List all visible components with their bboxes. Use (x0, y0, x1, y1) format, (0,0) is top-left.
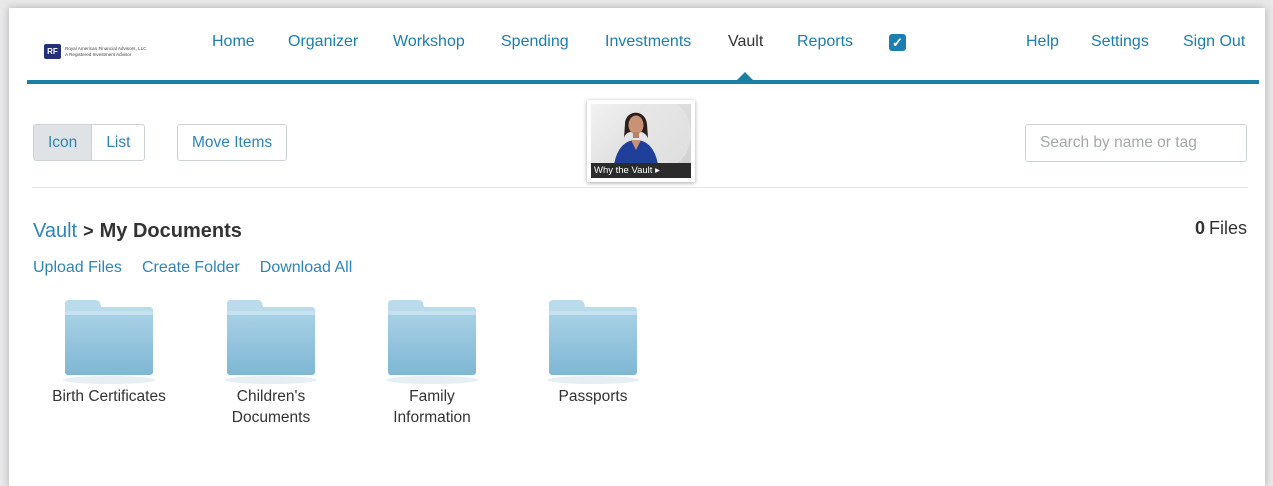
toolbar-divider (33, 187, 1247, 188)
folder-item[interactable]: Birth Certificates (39, 298, 179, 407)
nav-spending[interactable]: Spending (501, 33, 569, 51)
files-count-label: Files (1208, 218, 1247, 238)
folder-label: Family Information (393, 388, 471, 426)
folder-icon (39, 298, 179, 388)
nav-home[interactable]: Home (212, 33, 255, 51)
logo-line-1: Royal American Financial Advisors, LLC (65, 45, 147, 51)
folder-item[interactable]: Family Information (362, 298, 502, 428)
breadcrumb: Vault > My Documents (33, 220, 242, 243)
folder-label: Birth Certificates (52, 388, 166, 405)
view-toggle: Icon List (33, 124, 146, 161)
files-count: 0 Files (1195, 218, 1247, 239)
folder-label: Passports (558, 388, 628, 405)
logo-mark: RF (44, 44, 61, 59)
create-folder-link[interactable]: Create Folder (142, 259, 240, 277)
breadcrumb-vault-link[interactable]: Vault (33, 220, 77, 242)
upload-files-link[interactable]: Upload Files (33, 259, 122, 277)
video-caption: Why the Vault ▸ (591, 163, 691, 178)
nav-settings[interactable]: Settings (1091, 33, 1149, 51)
logo-line-2: A Registered Investment Advisor (65, 51, 132, 57)
breadcrumb-separator: > (83, 221, 94, 241)
breadcrumb-current: My Documents (99, 220, 242, 242)
nav-investments[interactable]: Investments (605, 33, 691, 51)
nav-organizer[interactable]: Organizer (288, 33, 358, 51)
download-all-link[interactable]: Download All (260, 259, 353, 277)
company-logo[interactable]: RF Royal American Financial Advisors, LL… (44, 44, 146, 59)
nav-reports[interactable]: Reports (797, 33, 853, 51)
folder-icon (362, 298, 502, 388)
document-actions: Upload Files Create Folder Download All (33, 259, 352, 277)
folder-item[interactable]: Passports (523, 298, 663, 407)
video-still: Why the Vault ▸ (591, 104, 691, 178)
app-window: RF Royal American Financial Advisors, LL… (9, 8, 1265, 486)
search-input[interactable] (1025, 124, 1247, 162)
nav-underline (27, 80, 1259, 84)
nav-vault[interactable]: Vault (728, 33, 763, 51)
top-navigation: RF Royal American Financial Advisors, LL… (9, 8, 1265, 86)
icon-view-button[interactable]: Icon (33, 124, 93, 161)
list-view-button[interactable]: List (92, 124, 146, 161)
move-items-button[interactable]: Move Items (177, 124, 288, 161)
nav-workshop[interactable]: Workshop (393, 33, 465, 51)
nav-help[interactable]: Help (1026, 33, 1059, 51)
files-count-number: 0 (1194, 218, 1205, 238)
folder-label: Children's Documents (231, 388, 311, 426)
folder-icon (523, 298, 663, 388)
checklist-icon[interactable]: ✓ (889, 34, 906, 51)
folder-item[interactable]: Children's Documents (201, 298, 341, 428)
folder-icon (201, 298, 341, 388)
why-the-vault-video[interactable]: Why the Vault ▸ (587, 100, 695, 182)
logo-text: Royal American Financial Advisors, LLC A… (65, 46, 146, 58)
nav-sign-out[interactable]: Sign Out (1183, 33, 1245, 51)
